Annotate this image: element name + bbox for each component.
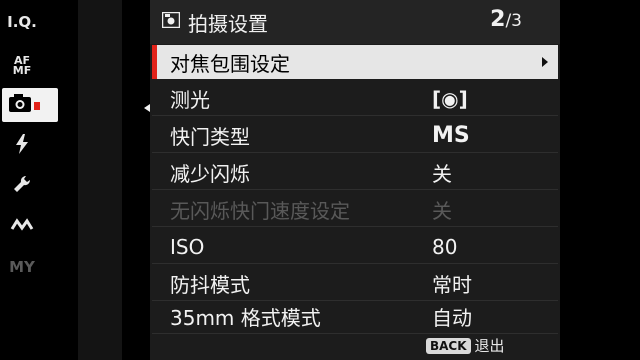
menu-item-is-mode[interactable]: 防抖模式 常时 bbox=[152, 267, 558, 301]
camera-small-icon bbox=[161, 11, 181, 32]
metering-mode-icon: [◉] bbox=[432, 86, 468, 111]
tab-my-menu[interactable]: MY bbox=[0, 251, 44, 283]
tab-image-quality[interactable]: I.Q. bbox=[0, 6, 44, 38]
wrench-icon bbox=[12, 174, 32, 198]
menu-item-focus-bracket[interactable]: 对焦包围设定 bbox=[152, 45, 558, 79]
footer-hint: BACK 退出 bbox=[426, 335, 505, 356]
menu-tab-rail bbox=[78, 0, 122, 360]
selection-marker bbox=[152, 45, 157, 79]
menu-item-shutter-type[interactable]: 快门类型 MS bbox=[152, 119, 558, 153]
tab-shooting-settings[interactable] bbox=[2, 88, 58, 122]
page-title: 拍摄设置 bbox=[188, 12, 268, 36]
menu-item-35mm-format[interactable]: 35mm 格式模式 自动 bbox=[152, 300, 558, 334]
tab-af-mf[interactable]: AF MF bbox=[0, 50, 44, 82]
back-key-badge[interactable]: BACK bbox=[426, 337, 471, 354]
menu-item-iso[interactable]: ISO 80 bbox=[152, 230, 558, 264]
tab-flash[interactable] bbox=[0, 130, 44, 162]
page-indicator: 2/3 bbox=[490, 7, 522, 32]
camera-icon bbox=[8, 92, 42, 118]
menu-item-metering[interactable]: 测光 [◉] bbox=[152, 82, 558, 116]
connection-icon bbox=[10, 217, 34, 236]
flash-icon bbox=[15, 134, 29, 158]
chevron-right-icon bbox=[542, 57, 548, 67]
tab-connection[interactable] bbox=[0, 210, 44, 242]
tab-setup[interactable] bbox=[0, 170, 44, 202]
af-mf-icon: AF MF bbox=[12, 54, 32, 77]
menu-item-flicker-free-shutter: 无闪烁快门速度设定 关 bbox=[152, 193, 558, 227]
menu-item-flicker-reduction[interactable]: 减少闪烁 关 bbox=[152, 156, 558, 190]
back-label: 退出 bbox=[474, 337, 505, 355]
